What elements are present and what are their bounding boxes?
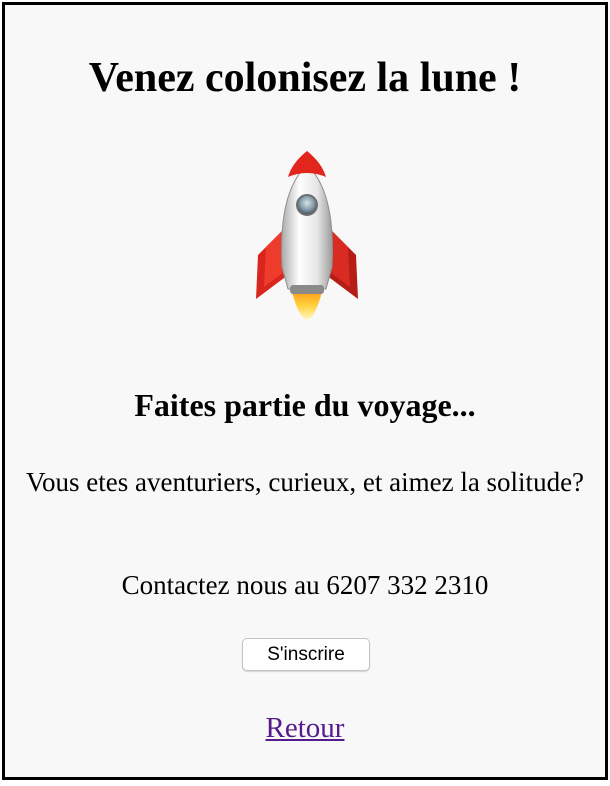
signup-button[interactable]: S'inscrire [242, 638, 370, 671]
back-link[interactable]: Retour [266, 712, 345, 744]
rocket-icon [252, 147, 362, 337]
page-title: Venez colonisez la lune ! [88, 55, 522, 101]
back-link-container: Retour [5, 710, 605, 746]
page-frame: Venez colonisez la lune ! Faites partie … [2, 2, 608, 780]
contact-text: Contactez nous au 6207 332 2310 [121, 570, 489, 600]
section-heading: Faites partie du voyage... [134, 387, 476, 423]
description-text: Vous etes aventuriers, curieux, et aimez… [25, 467, 585, 497]
